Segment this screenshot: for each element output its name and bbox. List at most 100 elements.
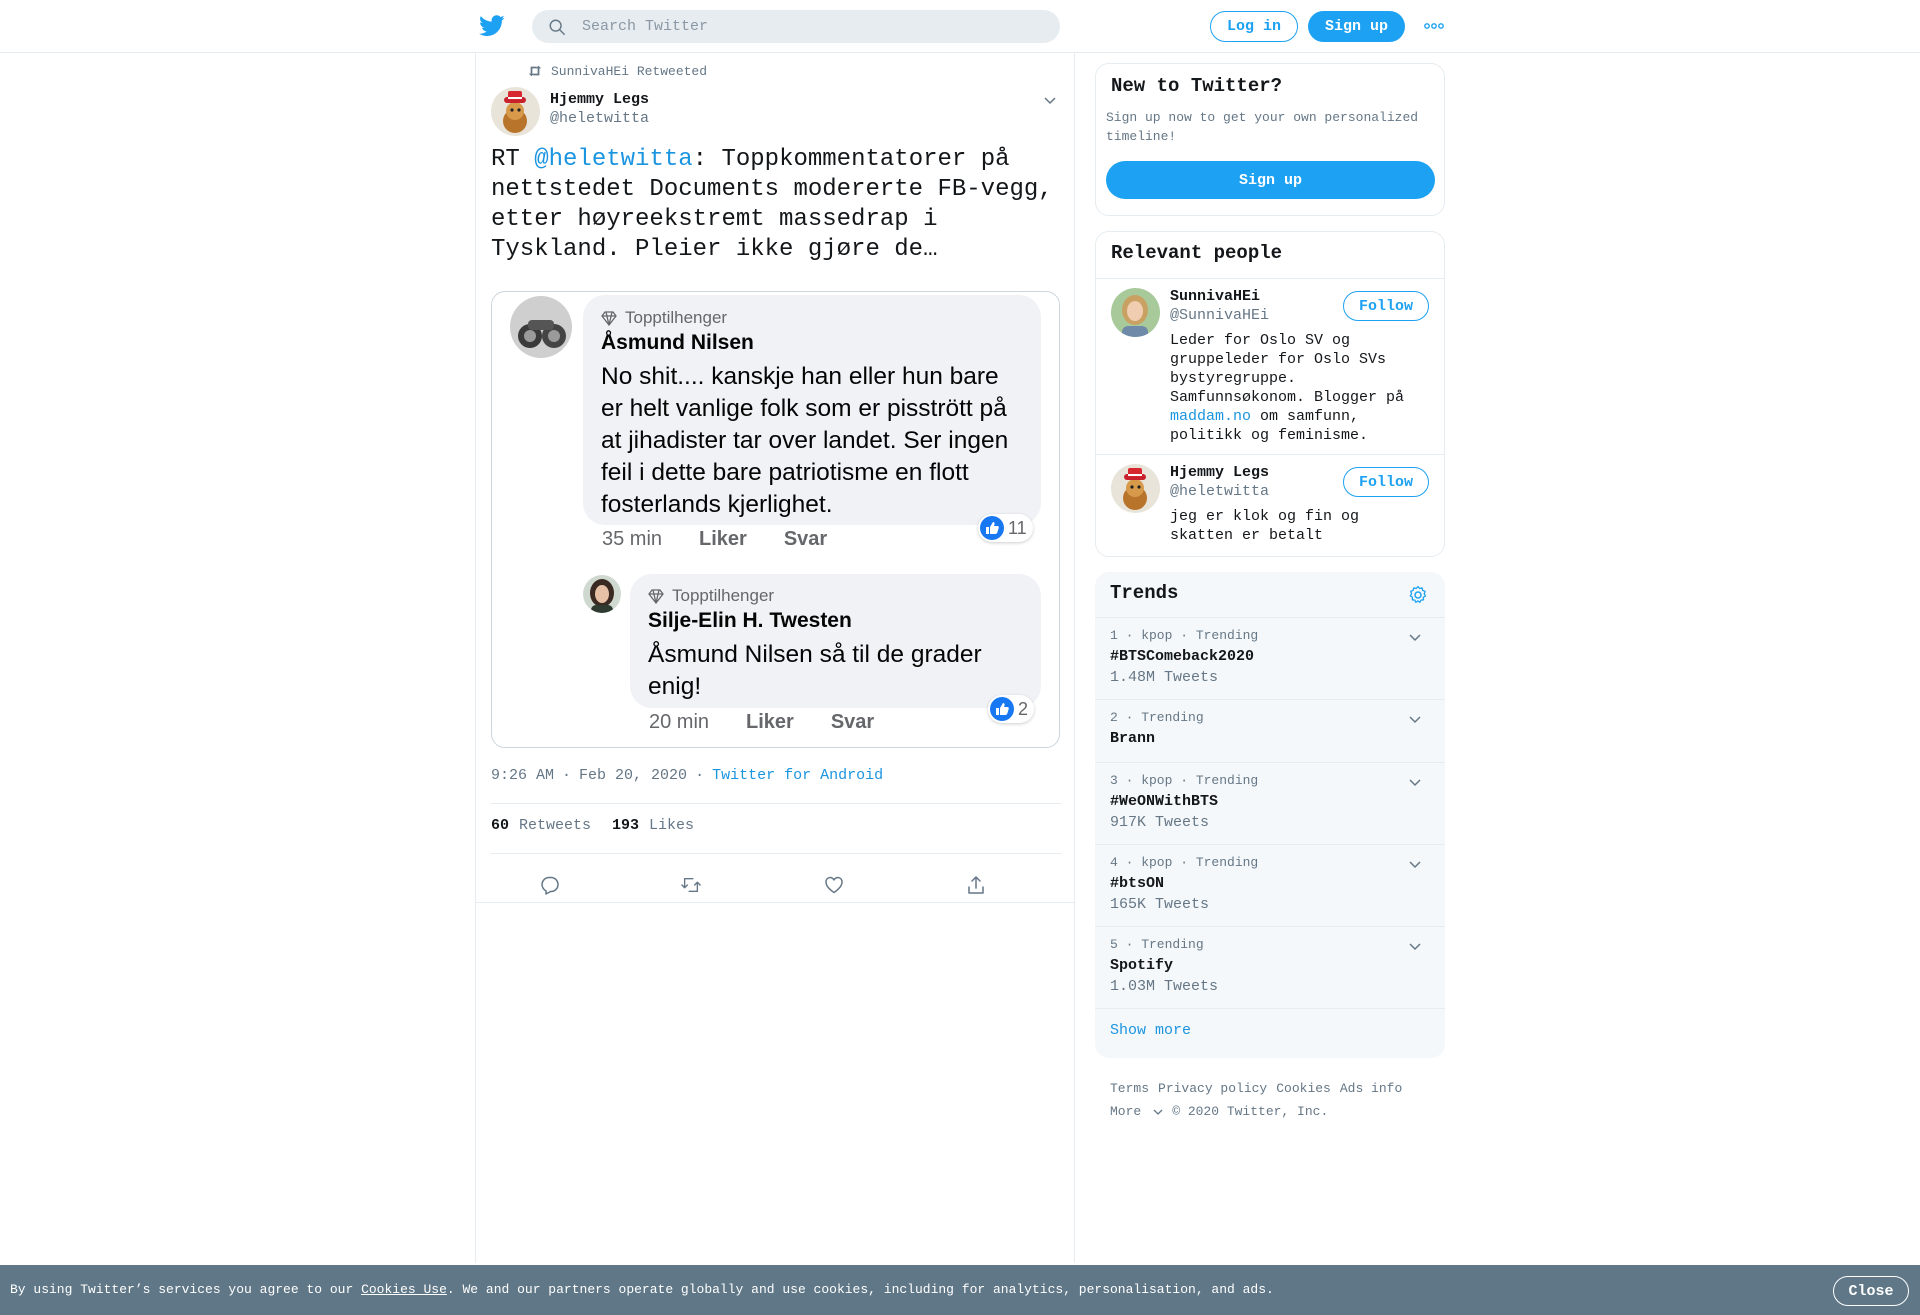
top-fan-badge: Topptilhenger — [601, 308, 1023, 328]
footer-more-label: More — [1110, 1104, 1142, 1119]
likes-stat[interactable]: 193 Likes — [612, 817, 694, 834]
person-name[interactable]: SunnivaHEi — [1170, 288, 1260, 305]
search-input[interactable] — [582, 18, 1042, 35]
show-more-trends-link[interactable]: Show more — [1110, 1022, 1191, 1039]
sidebar-signup-button[interactable]: Sign up — [1106, 161, 1435, 199]
trend-item[interactable]: 4 · kpop · Trending #btsON 165K Tweets — [1095, 844, 1445, 926]
comment-text: Åsmund Nilsen så til de grader enig! — [648, 641, 982, 700]
separator-dot: · — [562, 767, 572, 784]
top-fan-badge: Topptilhenger — [648, 586, 1023, 606]
author-handle[interactable]: @heletwitta — [550, 110, 649, 127]
retweeted-by-label[interactable]: SunnivaHEi Retweeted — [551, 64, 707, 79]
twitter-bird-logo-icon[interactable] — [479, 14, 505, 38]
tweet-actions — [491, 865, 1061, 905]
person-avatar[interactable] — [1111, 288, 1160, 337]
follow-button[interactable]: Follow — [1343, 291, 1429, 321]
trend-item[interactable]: 2 · Trending Brann — [1095, 699, 1445, 762]
mention-link[interactable]: @heletwitta — [534, 146, 692, 173]
trend-meta: 5 · Trending — [1110, 937, 1204, 952]
gear-icon[interactable] — [1408, 585, 1428, 605]
more-options-icon[interactable] — [1424, 20, 1444, 32]
like-heart-icon[interactable] — [824, 875, 844, 895]
trend-item[interactable]: 1 · kpop · Trending #BTSComeback2020 1.4… — [1095, 617, 1445, 699]
comment-reply-label: Svar — [783, 528, 828, 550]
thumbs-up-icon — [980, 516, 1004, 540]
commenter-name: Åsmund Nilsen — [601, 331, 754, 354]
trends-title: Trends — [1110, 582, 1179, 604]
share-icon[interactable] — [966, 875, 986, 895]
author-avatar-image — [491, 87, 540, 136]
bio-link[interactable]: maddam.no — [1170, 408, 1251, 425]
top-navigation-bar: Log in Sign up — [0, 0, 1920, 53]
divider — [476, 902, 1074, 903]
search-icon — [549, 19, 565, 35]
comment-bubble: Topptilhenger Åsmund Nilsen No shit.... … — [583, 295, 1041, 525]
person-handle[interactable]: @heletwitta — [1170, 483, 1269, 500]
trend-name[interactable]: Brann — [1110, 730, 1155, 747]
new-to-twitter-title: New to Twitter? — [1111, 75, 1283, 97]
tweet-timestamp: 9:26 AM · Feb 20, 2020 · Twitter for And… — [491, 767, 883, 784]
person-bio: Leder for Oslo SV og gruppeleder for Osl… — [1170, 331, 1420, 445]
trend-name[interactable]: #WeONWithBTS — [1110, 793, 1218, 810]
author-name[interactable]: Hjemmy Legs — [550, 91, 649, 108]
cookie-text-after: . We and our partners operate globally a… — [446, 1282, 1274, 1297]
chevron-down-icon[interactable] — [1408, 775, 1422, 789]
chevron-down-icon[interactable] — [1408, 630, 1422, 644]
person-avatar[interactable] — [1111, 464, 1160, 513]
likes-count: 193 — [612, 817, 640, 834]
footer-terms-link[interactable]: Terms — [1110, 1081, 1149, 1096]
chevron-down-icon[interactable] — [1408, 857, 1422, 871]
person-bio-text: Leder for Oslo SV og gruppeleder for Osl… — [1170, 332, 1405, 406]
footer-more-menu[interactable]: More — [1110, 1100, 1163, 1123]
chevron-down-icon[interactable] — [1408, 939, 1422, 953]
trend-count: 1.48M Tweets — [1110, 669, 1219, 686]
search-box[interactable] — [532, 10, 1060, 43]
follow-button[interactable]: Follow — [1343, 467, 1429, 497]
tweet-media-image[interactable]: Topptilhenger Åsmund Nilsen No shit.... … — [491, 291, 1060, 748]
cookies-use-link[interactable]: Cookies Use — [361, 1282, 447, 1297]
divider — [1096, 454, 1444, 455]
tweet-source-link[interactable]: Twitter for Android — [712, 767, 883, 784]
trend-count: 917K Tweets — [1110, 814, 1210, 831]
person-bio: jeg er klok og fin og skatten er betalt — [1170, 508, 1360, 544]
reply-icon[interactable] — [540, 875, 560, 895]
person-name[interactable]: Hjemmy Legs — [1170, 464, 1269, 481]
diamond-icon — [648, 588, 664, 604]
signup-button[interactable]: Sign up — [1308, 11, 1405, 42]
trend-count: 165K Tweets — [1110, 896, 1210, 913]
chevron-down-icon[interactable] — [1043, 93, 1057, 107]
author-avatar[interactable] — [491, 87, 540, 136]
trend-item[interactable]: 5 · Trending Spotify 1.03M Tweets — [1095, 926, 1445, 1008]
trends-card: Trends 1 · kpop · Trending #BTSComeback2… — [1095, 572, 1445, 1058]
footer-privacy-link[interactable]: Privacy policy — [1158, 1081, 1267, 1096]
divider — [1095, 1008, 1445, 1009]
trend-name[interactable]: Spotify — [1110, 957, 1173, 974]
footer-copyright: © 2020 Twitter, Inc. — [1172, 1104, 1329, 1119]
retweets-label: Retweets — [519, 817, 592, 834]
tweet-stats: 60 Retweets 193 Likes — [491, 817, 715, 834]
chevron-down-icon[interactable] — [1408, 712, 1422, 726]
close-cookie-bar-button[interactable]: Close — [1833, 1276, 1909, 1306]
trend-item[interactable]: 3 · kpop · Trending #WeONWithBTS 917K Tw… — [1095, 762, 1445, 844]
sidebar-footer: Terms Privacy policy Cookies Ads info More ©… — [1110, 1077, 1440, 1123]
footer-cookies-link[interactable]: Cookies — [1276, 1081, 1331, 1096]
trend-meta: 2 · Trending — [1110, 710, 1204, 725]
trend-name[interactable]: #BTSComeback2020 — [1110, 648, 1254, 665]
tweet-date[interactable]: Feb 20, 2020 — [579, 767, 687, 784]
comment-time: 20 min — [649, 711, 710, 733]
divider — [491, 853, 1061, 854]
badge-label: Topptilhenger — [625, 308, 728, 327]
footer-ads-link[interactable]: Ads info — [1340, 1081, 1402, 1096]
tweet-time[interactable]: 9:26 AM — [491, 767, 554, 784]
cookie-consent-bar: By using Twitter’s services you agree to… — [0, 1265, 1920, 1315]
diamond-icon — [601, 310, 617, 326]
retweets-count: 60 — [491, 817, 510, 834]
trend-name[interactable]: #btsON — [1110, 875, 1164, 892]
retweet-icon[interactable] — [681, 875, 701, 895]
comment-time: 35 min — [602, 528, 663, 550]
comment-text: No shit.... kanskje han eller hun bare e… — [601, 363, 1009, 518]
person-handle[interactable]: @SunnivaHEi — [1170, 307, 1269, 324]
tweet-text-prefix: RT — [491, 146, 535, 173]
login-button[interactable]: Log in — [1210, 11, 1298, 42]
retweets-stat[interactable]: 60 Retweets — [491, 817, 591, 834]
